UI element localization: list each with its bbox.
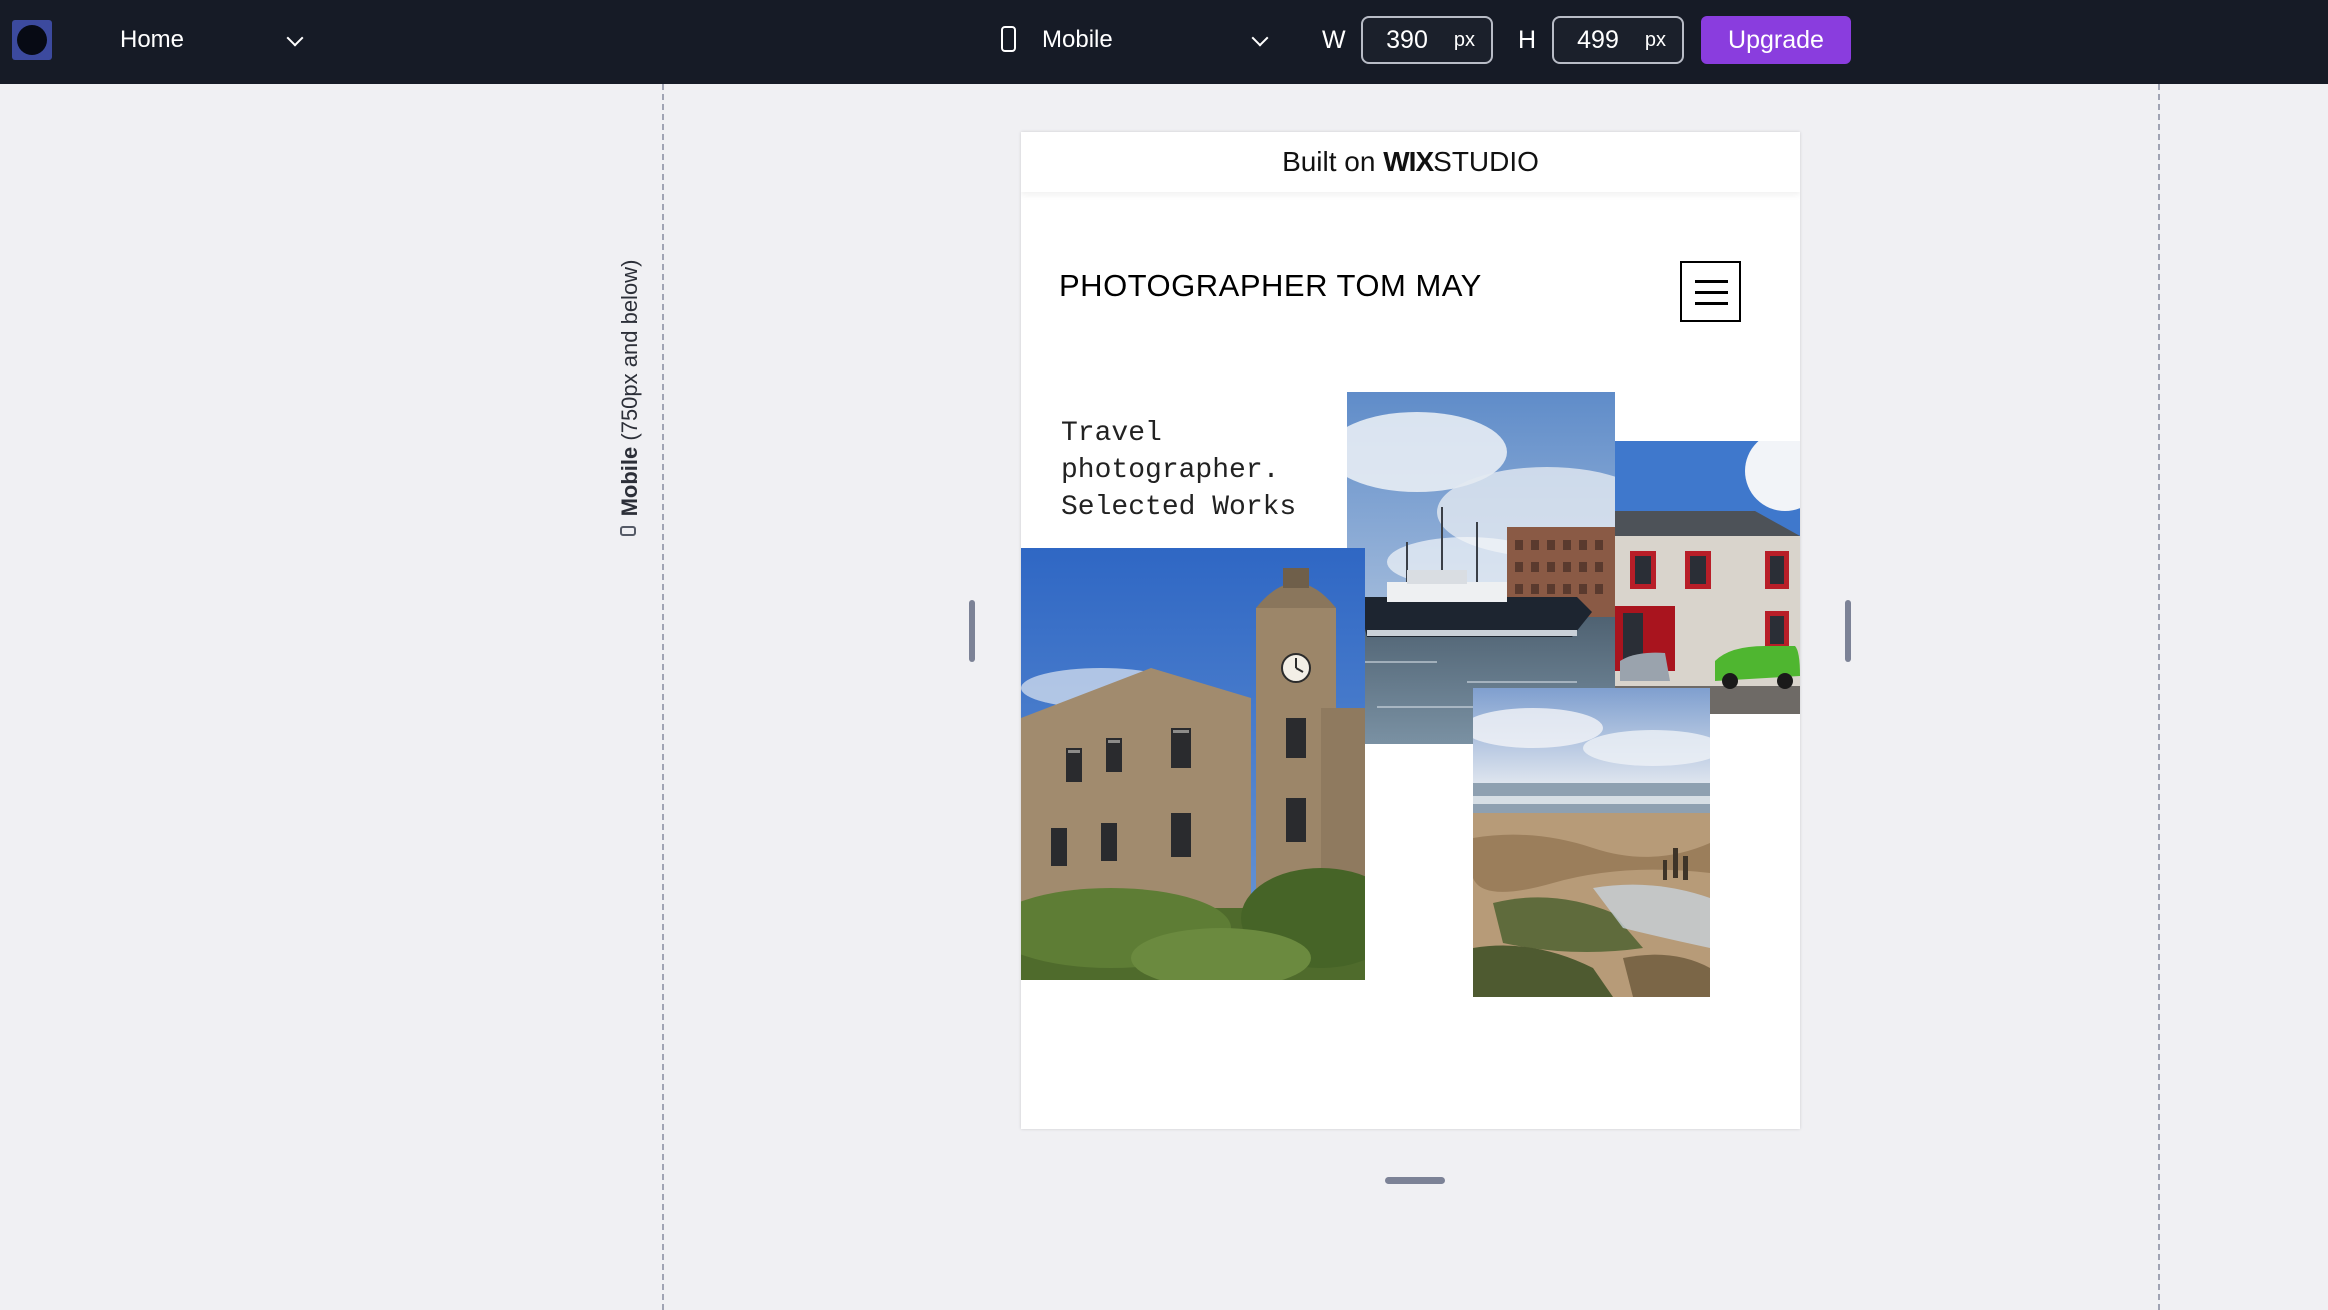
wix-logo-text: WIX bbox=[1383, 146, 1434, 177]
tagline-line: photographer. bbox=[1061, 455, 1280, 486]
height-label: H bbox=[1518, 26, 1537, 54]
mobile-device-icon bbox=[1001, 26, 1016, 52]
studio-logo-text: STUDIO bbox=[1433, 146, 1539, 177]
width-input[interactable] bbox=[1363, 18, 1447, 62]
width-label: W bbox=[1322, 26, 1346, 54]
width-field[interactable]: px bbox=[1361, 16, 1493, 64]
height-field[interactable]: px bbox=[1552, 16, 1684, 64]
device-selector[interactable]: Mobile bbox=[1042, 22, 1113, 58]
chevron-down-icon[interactable] bbox=[1251, 29, 1269, 47]
chevron-down-icon[interactable] bbox=[286, 29, 304, 47]
site-tagline: Travel photographer. Selected Works bbox=[1061, 415, 1361, 526]
breakpoint-guide-right[interactable] bbox=[2158, 84, 2160, 1310]
hamburger-menu-button[interactable] bbox=[1680, 261, 1741, 322]
resize-handle-left[interactable] bbox=[969, 600, 975, 662]
upgrade-button[interactable]: Upgrade bbox=[1701, 16, 1851, 64]
site-preview-frame: Built on WIXSTUDIO PHOTOGRAPHER TOM MAY … bbox=[1021, 132, 1800, 1129]
breakpoint-name: Mobile bbox=[617, 446, 642, 517]
app-logo-icon[interactable] bbox=[12, 20, 52, 60]
width-unit: px bbox=[1453, 29, 1475, 51]
menu-line bbox=[1695, 280, 1728, 283]
tagline-line: Selected Works bbox=[1061, 492, 1297, 523]
red-window-house-photo[interactable] bbox=[1615, 441, 1800, 714]
editor-toolbar: Home Mobile W px H px Upgrade bbox=[0, 0, 2328, 84]
clock-tower-building-photo[interactable] bbox=[1021, 548, 1365, 980]
breakpoint-range: (750px and below) bbox=[617, 259, 642, 441]
built-on-wix-banner[interactable]: Built on WIXSTUDIO bbox=[1021, 132, 1800, 192]
breakpoint-label: Mobile (750px and below) bbox=[610, 220, 646, 560]
page-selector[interactable]: Home bbox=[120, 22, 184, 58]
height-input[interactable] bbox=[1554, 18, 1638, 62]
rocky-beach-photo[interactable] bbox=[1473, 688, 1710, 997]
site-title[interactable]: PHOTOGRAPHER TOM MAY bbox=[1059, 266, 1482, 306]
resize-handle-right[interactable] bbox=[1845, 600, 1851, 662]
mobile-breakpoint-icon bbox=[620, 526, 636, 536]
height-unit: px bbox=[1644, 29, 1666, 51]
breakpoint-guide-left[interactable] bbox=[662, 84, 664, 1310]
menu-line bbox=[1695, 302, 1728, 305]
built-on-text: Built on bbox=[1282, 146, 1376, 177]
menu-line bbox=[1695, 291, 1728, 294]
resize-handle-bottom[interactable] bbox=[1385, 1177, 1445, 1184]
tagline-line: Travel bbox=[1061, 418, 1162, 449]
